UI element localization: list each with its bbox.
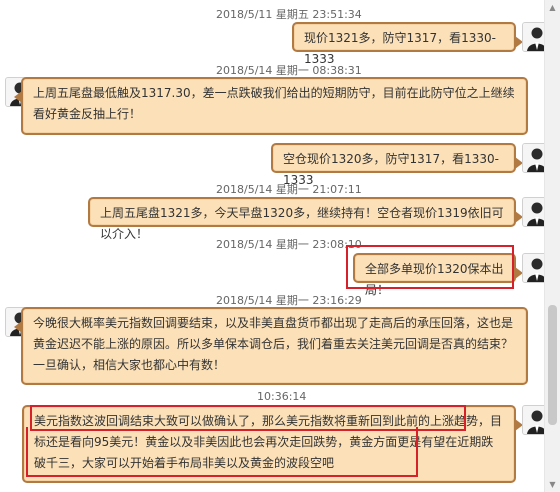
message-timestamp: 2018/5/14 星期一 23:08:10 [216,238,362,251]
scroll-down-arrow-icon[interactable]: ▼ [545,477,560,492]
message-timestamp: 2018/5/14 星期一 08:38:31 [216,64,362,77]
message-bubble[interactable]: 今晚很大概率美元指数回调要结束，以及非美直盘货币都出现了走高后的承压回落，这也是… [14,307,528,385]
message-bubble[interactable]: 现价1321多，防守1317，看1330-1333 [292,22,523,66]
chat-history[interactable]: 2018/5/11 星期五 23:51:34 现价1321多，防守1317，看1… [0,0,552,492]
vertical-scrollbar[interactable]: ▲ ▼ [544,0,560,492]
message-text: 上周五尾盘最低触及1317.30，差一点跌破我们给出的短期防守，目前在此防守位之… [33,86,515,121]
scroll-up-arrow-icon[interactable]: ▲ [545,0,560,15]
message-text: 全部多单现价1320保本出局！ [365,262,504,297]
message-bubble[interactable]: 空仓现价1320多，防守1317，看1330-1333 [271,143,523,187]
message-timestamp: 10:36:14 [257,390,307,403]
message-timestamp: 2018/5/14 星期一 21:07:11 [216,183,362,196]
message-timestamp: 2018/5/11 星期五 23:51:34 [216,8,362,21]
message-text: 美元指数这波回调结束大致可以做确认了，那么美元指数将重新回到此前的上涨趋势，目标… [34,414,503,470]
message-bubble[interactable]: 上周五尾盘最低触及1317.30，差一点跌破我们给出的短期防守，目前在此防守位之… [14,77,528,135]
message-bubble[interactable]: 美元指数这波回调结束大致可以做确认了，那么美元指数将重新回到此前的上涨趋势，目标… [22,405,523,483]
message-bubble[interactable]: 上周五尾盘1321多，今天早盘1320多，继续持有！空仓者现价1319依旧可以介… [88,197,523,241]
message-text: 今晚很大概率美元指数回调要结束，以及非美直盘货币都出现了走高后的承压回落，这也是… [33,316,514,372]
message-bubble[interactable]: 全部多单现价1320保本出局！ [353,253,523,297]
scroll-thumb[interactable] [548,305,557,425]
message-timestamp: 2018/5/14 星期一 23:16:29 [216,294,362,307]
